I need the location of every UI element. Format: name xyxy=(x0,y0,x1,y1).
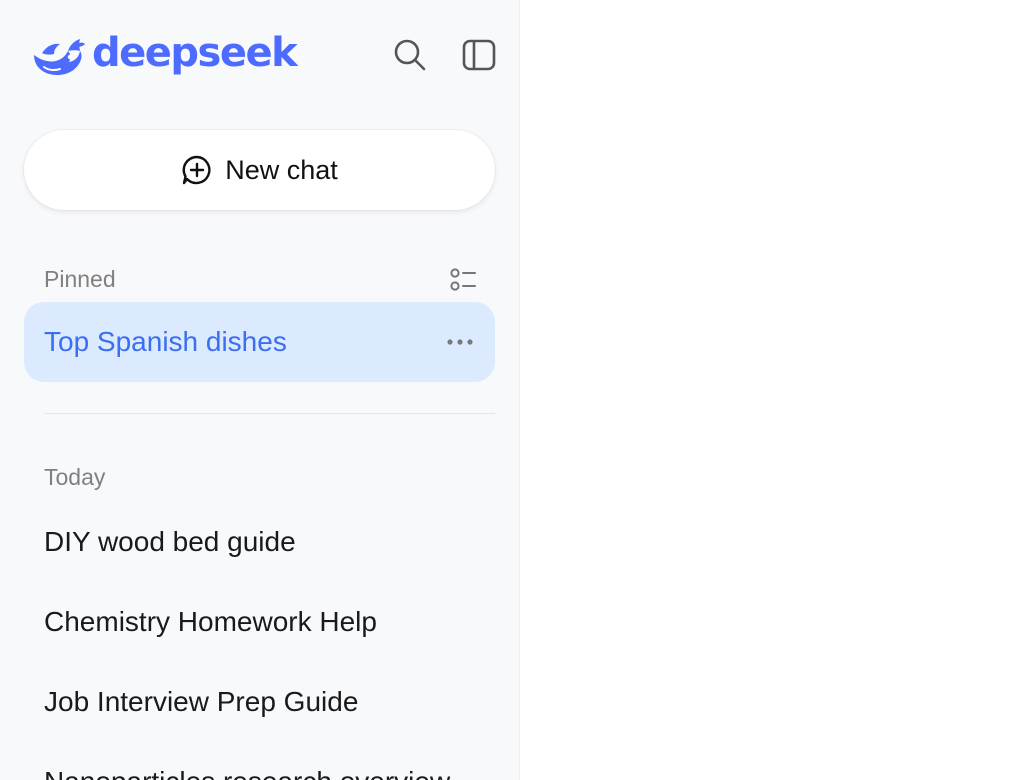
sidebar-toggle-icon xyxy=(462,39,496,71)
pinned-chat-label: Top Spanish dishes xyxy=(44,326,287,357)
chat-plus-icon xyxy=(182,155,211,185)
pinned-chat-item[interactable]: Top Spanish dishes xyxy=(24,302,495,382)
chat-item-label: Nanoparticles research overview xyxy=(44,766,450,780)
main-content-area xyxy=(520,0,1024,780)
chat-item[interactable]: DIY wood bed guide xyxy=(24,506,495,576)
app-window: deepseek New chat Pinned Top Spanish dis… xyxy=(0,0,1024,780)
chat-item-label: Job Interview Prep Guide xyxy=(44,686,359,717)
chat-item[interactable]: Chemistry Homework Help xyxy=(24,586,495,656)
section-label-pinned: Pinned xyxy=(44,266,116,292)
whale-logo-icon xyxy=(34,39,85,75)
section-divider xyxy=(44,413,495,414)
pinned-manage-button[interactable] xyxy=(446,264,480,296)
brand-name: deepseek xyxy=(92,30,298,76)
list-manage-icon xyxy=(450,268,476,291)
chat-item-label: Chemistry Homework Help xyxy=(44,606,377,637)
chat-item[interactable]: Nanoparticles research overview xyxy=(24,746,495,780)
chat-item[interactable]: Job Interview Prep Guide xyxy=(24,666,495,736)
search-button[interactable] xyxy=(390,35,430,75)
new-chat-button[interactable]: New chat xyxy=(24,130,495,210)
more-horizontal-icon xyxy=(447,339,473,345)
brand-logo[interactable]: deepseek xyxy=(30,30,298,82)
new-chat-label: New chat xyxy=(225,154,338,185)
chat-item-label: DIY wood bed guide xyxy=(44,526,296,557)
section-label-today: Today xyxy=(44,464,106,490)
chat-more-button[interactable] xyxy=(443,326,477,358)
search-icon xyxy=(394,39,426,71)
sidebar-toggle-button[interactable] xyxy=(459,35,499,75)
sidebar: deepseek New chat Pinned Top Spanish dis… xyxy=(0,0,520,780)
